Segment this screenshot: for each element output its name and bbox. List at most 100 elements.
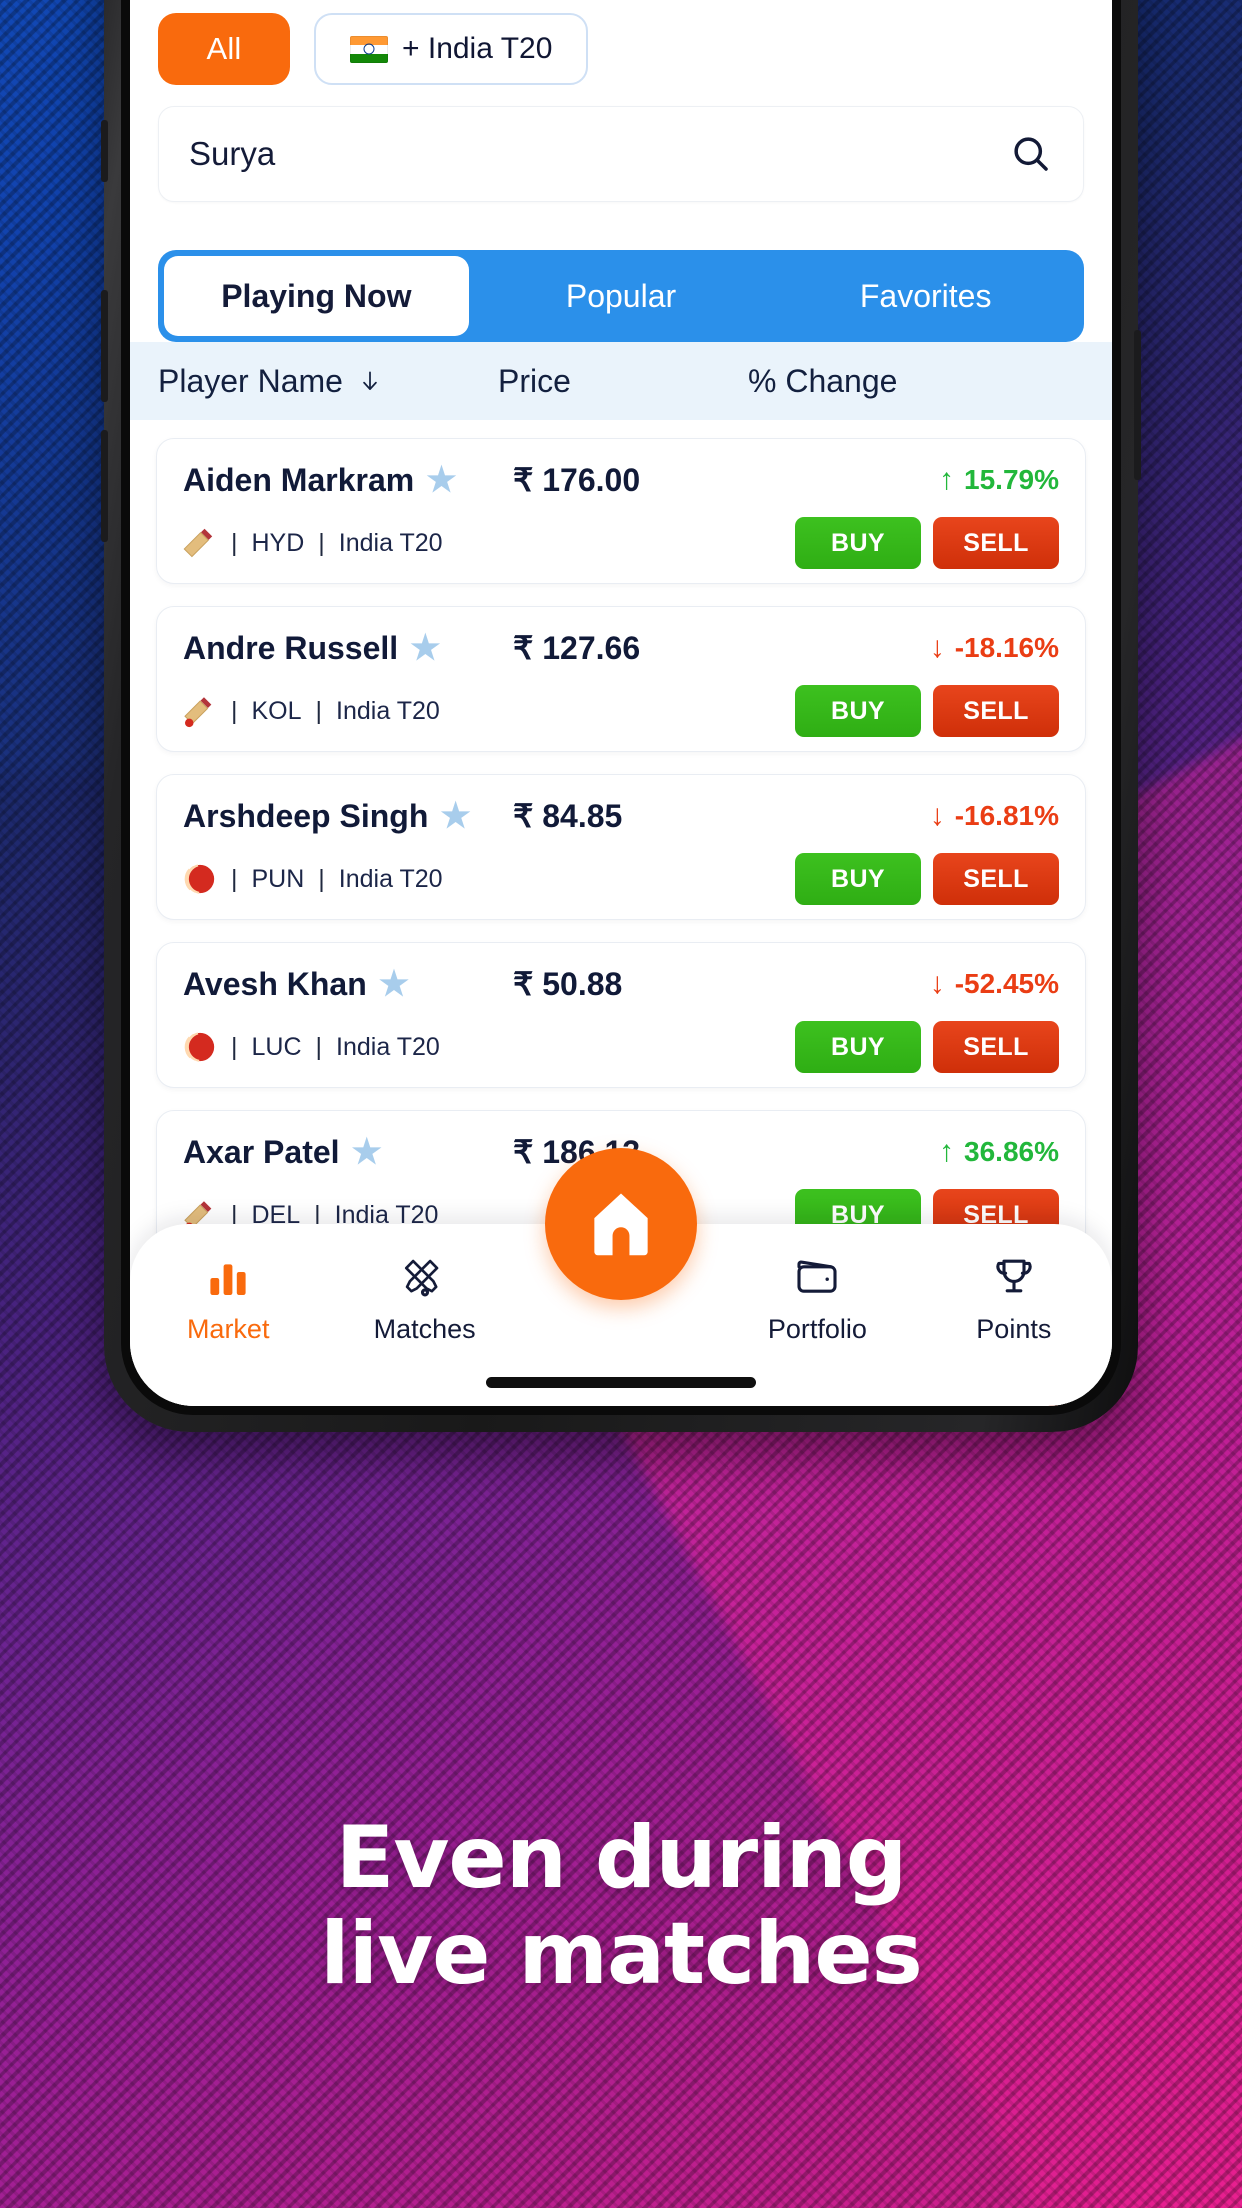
table-row[interactable]: Aiden Markram ★ ₹ 176.00 ↑ 15.79% | HYD | I… [156, 438, 1086, 584]
crossed-bats-icon [404, 1259, 438, 1297]
player-row-bottom: | KOL | India T20 BUY SELL [183, 685, 1059, 737]
arrow-down-icon [363, 371, 377, 390]
nav-item-portfolio-label: Portfolio [767, 1314, 867, 1344]
player-change: ↑ 36.86% [763, 1136, 1059, 1168]
column-header-player-name[interactable]: Player Name [158, 363, 498, 400]
search-box[interactable] [158, 106, 1084, 202]
player-league: India T20 [336, 696, 440, 725]
promo-caption: Even during live matches [0, 1810, 1242, 2003]
player-meta-separator: | [315, 696, 323, 725]
nav-item-portfolio[interactable]: Portfolio [719, 1254, 915, 1345]
home-button[interactable] [545, 1148, 697, 1300]
player-meta: | KOL | India T20 [183, 694, 440, 728]
player-meta-separator: | [231, 864, 238, 893]
sell-button[interactable]: SELL [933, 517, 1059, 569]
tab-playing-now[interactable]: Playing Now [164, 256, 469, 336]
nav-item-points[interactable]: Points [916, 1254, 1112, 1345]
table-row[interactable]: Arshdeep Singh ★ ₹ 84.85 ↓ -16.81% | PUN |… [156, 774, 1086, 920]
player-actions: BUY SELL [795, 685, 1059, 737]
player-meta: | HYD | India T20 [183, 526, 443, 560]
player-league: India T20 [338, 528, 443, 557]
cricket-ball-icon [184, 1032, 215, 1062]
player-row-top: Andre Russell ★ ₹ 127.66 ↓ -18.16% [183, 629, 1059, 667]
player-actions: BUY SELL [795, 517, 1059, 569]
player-change: ↑ 15.79% [763, 464, 1059, 496]
phone-volume-up-button [101, 290, 108, 402]
star-icon[interactable]: ★ [410, 631, 440, 665]
table-row[interactable]: Andre Russell ★ ₹ 127.66 ↓ -18.16% | KOL |… [156, 606, 1086, 752]
player-change-value: -52.45% [954, 968, 1059, 999]
column-header-price-label: Price [498, 362, 571, 399]
table-header-row: Player Name Price % Change [130, 342, 1112, 420]
arrow-down-icon: ↓ [929, 631, 945, 664]
search-icon[interactable] [1009, 132, 1053, 176]
filter-chip-india-t20[interactable]: + India T20 [314, 13, 589, 85]
player-row-bottom: | HYD | India T20 BUY SELL [183, 517, 1059, 569]
nav-item-matches-label: Matches [373, 1314, 476, 1344]
column-header-change[interactable]: % Change [748, 363, 1084, 400]
player-meta-separator: | [318, 528, 325, 557]
player-name[interactable]: Arshdeep Singh ★ [183, 798, 513, 835]
buy-button[interactable]: BUY [795, 853, 921, 905]
nav-item-matches[interactable]: Matches [326, 1254, 522, 1345]
buy-button[interactable]: BUY [795, 685, 921, 737]
tab-favorites[interactable]: Favorites [773, 256, 1078, 336]
player-name[interactable]: Avesh Khan ★ [183, 966, 513, 1003]
player-actions: BUY SELL [795, 1021, 1059, 1073]
player-change-value: 15.79% [964, 464, 1059, 495]
phone-frame: All + India T20 Surya Playing Now Popula… [101, 0, 1141, 1432]
star-icon[interactable]: ★ [426, 463, 456, 497]
sell-button[interactable]: SELL [933, 1021, 1059, 1073]
nav-item-market[interactable]: Market [130, 1254, 326, 1345]
player-name[interactable]: Axar Patel ★ [183, 1134, 513, 1171]
player-price: ₹ 176.00 [513, 462, 641, 498]
search-input[interactable] [189, 135, 1009, 173]
home-icon [594, 1193, 648, 1256]
phone-mute-switch [101, 120, 108, 182]
buy-button[interactable]: BUY [795, 517, 921, 569]
column-header-price[interactable]: Price [498, 363, 748, 400]
cricket-bat-icon [183, 528, 213, 558]
player-team: HYD [251, 528, 305, 557]
phone-volume-down-button [101, 430, 108, 542]
player-price: ₹ 84.85 [513, 798, 623, 834]
promo-caption-line-2: live matches [320, 1904, 923, 2005]
nav-item-market-label: Market [186, 1314, 270, 1344]
segmented-tabs: Playing Now Popular Favorites [158, 250, 1084, 342]
filter-chip-row: All + India T20 [130, 12, 1112, 86]
player-name-label: Andre Russell [183, 629, 399, 666]
wallet-icon [797, 1260, 837, 1293]
star-icon[interactable]: ★ [379, 967, 409, 1001]
player-team: PUN [251, 864, 305, 893]
sell-button[interactable]: SELL [933, 853, 1059, 905]
player-actions: BUY SELL [795, 853, 1059, 905]
player-change-value: -18.16% [954, 632, 1059, 663]
player-change-value: -16.81% [954, 800, 1059, 831]
table-row[interactable]: Avesh Khan ★ ₹ 50.88 ↓ -52.45% | LUC | Indi… [156, 942, 1086, 1088]
arrow-up-icon: ↑ [939, 1135, 955, 1168]
star-icon[interactable]: ★ [440, 799, 470, 833]
player-change-value: 36.86% [964, 1136, 1059, 1167]
player-meta-separator: | [231, 696, 238, 725]
home-indicator [486, 1377, 756, 1388]
filter-chip-all[interactable]: All [158, 13, 290, 85]
player-row-bottom: | PUN | India T20 BUY SELL [183, 853, 1059, 905]
player-meta-separator: | [231, 528, 238, 557]
player-league: India T20 [336, 1032, 440, 1061]
player-team: LUC [251, 1032, 302, 1061]
player-meta-separator: | [315, 1032, 323, 1061]
player-meta: | LUC | India T20 [183, 1030, 440, 1064]
buy-button[interactable]: BUY [795, 1021, 921, 1073]
arrow-up-icon: ↑ [939, 463, 955, 496]
sell-button[interactable]: SELL [933, 685, 1059, 737]
star-icon[interactable]: ★ [352, 1135, 382, 1169]
tab-popular-label: Popular [565, 277, 677, 314]
tab-popular[interactable]: Popular [469, 256, 774, 336]
player-name[interactable]: Andre Russell ★ [183, 630, 513, 667]
phone-bezel: All + India T20 Surya Playing Now Popula… [121, 0, 1121, 1415]
player-meta: | PUN | India T20 [183, 862, 443, 896]
player-name[interactable]: Aiden Markram ★ [183, 462, 513, 499]
india-flag-icon [350, 35, 388, 63]
filter-chip-all-label: All [206, 31, 242, 66]
search-section [130, 86, 1112, 202]
